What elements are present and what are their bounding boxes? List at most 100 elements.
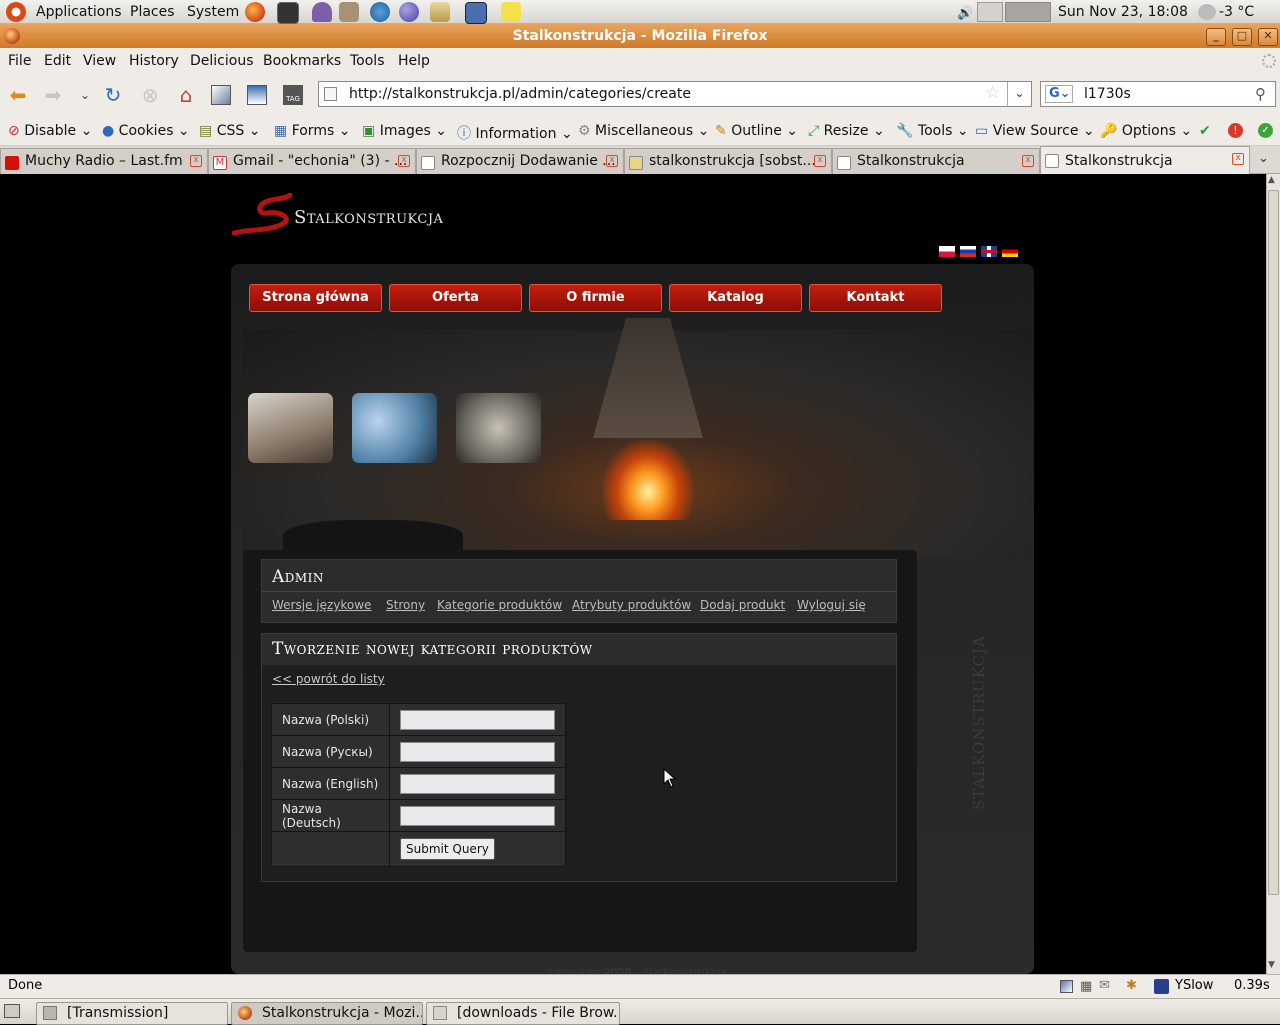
forward-button[interactable]: ➡ [40, 82, 66, 108]
menu-help[interactable]: Help [398, 53, 430, 69]
bookmark-star-icon[interactable]: ☆ [985, 83, 1000, 103]
pidgin-launcher-icon[interactable] [312, 2, 332, 22]
minimize-button[interactable]: _ [1206, 28, 1226, 46]
name-english-input[interactable] [400, 773, 555, 794]
firefox-window-icon[interactable] [4, 28, 20, 44]
submit-query-button[interactable]: Submit Query [400, 838, 495, 860]
tab-close-icon[interactable]: x [398, 155, 410, 167]
menu-view[interactable]: View [83, 53, 116, 69]
reload-button[interactable]: ↻ [100, 82, 126, 108]
webdev-status-icon[interactable] [1060, 980, 1073, 993]
back-to-list-link[interactable]: << powrót do listy [272, 672, 385, 686]
nav-katalog[interactable]: Katalog [669, 284, 802, 312]
search-icon[interactable]: ⚲ [1255, 85, 1266, 103]
firebug-icon[interactable]: ✱ [1126, 978, 1137, 993]
home-button[interactable]: ⌂ [173, 82, 199, 108]
validation-status-icon[interactable]: ✓ [1258, 123, 1273, 138]
name-russian-input[interactable] [400, 741, 555, 762]
clock[interactable]: Sun Nov 23, 18:08 [1058, 4, 1188, 20]
show-desktop-icon[interactable] [4, 1004, 20, 1018]
flag-de-icon[interactable] [1002, 246, 1018, 257]
wd-view-source[interactable]: ▭ View Source ⌄ [975, 123, 1095, 139]
admin-link-atrybuty-produktow[interactable]: Atrybuty produktów [572, 598, 691, 612]
url-dropdown-icon[interactable]: ⌄ [1007, 82, 1031, 106]
task-file-browser[interactable]: [downloads - File Brow... [426, 1002, 620, 1025]
wd-disable[interactable]: ⊘ Disable ⌄ [8, 123, 92, 139]
yslow-label[interactable]: YSlow [1175, 978, 1213, 993]
workspace-switcher[interactable] [1005, 2, 1051, 22]
wd-images[interactable]: ▣ Images ⌄ [362, 123, 447, 139]
firefox-launcher-icon[interactable] [245, 2, 265, 22]
menu-tools[interactable]: Tools [350, 53, 385, 69]
wd-options[interactable]: 🔑 Options ⌄ [1100, 123, 1192, 139]
menu-file[interactable]: File [8, 53, 31, 69]
admin-link-dodaj-produkt[interactable]: Dodaj produkt [700, 598, 785, 612]
tab-list-dropdown-icon[interactable]: ⌄ [1258, 151, 1269, 166]
system-menu[interactable]: System [187, 4, 239, 20]
back-button[interactable]: ⬅ [5, 82, 31, 108]
places-menu[interactable]: Places [130, 4, 175, 20]
flag-uk-icon[interactable] [981, 246, 997, 257]
network-status-icon[interactable]: ▦ [1080, 979, 1092, 994]
search-bar[interactable]: G⌄ l1730s ⚲ [1040, 81, 1276, 107]
scroll-thumb[interactable] [1268, 190, 1279, 895]
menu-edit[interactable]: Edit [44, 53, 71, 69]
mail-status-icon[interactable]: ✉ [1099, 978, 1110, 993]
bookmark-toolbar-button-1[interactable] [208, 82, 234, 108]
url-bar[interactable]: http://stalkonstrukcja.pl/admin/categori… [318, 81, 1032, 107]
admin-link-wyloguj-sie[interactable]: Wyloguj się [797, 598, 866, 612]
applications-menu[interactable]: Applications [36, 4, 122, 20]
tab-close-icon[interactable]: x [814, 155, 826, 167]
yslow-icon[interactable] [1154, 979, 1169, 994]
history-dropdown-icon[interactable]: ⌄ [72, 82, 98, 108]
validation-error-icon[interactable]: ! [1228, 123, 1243, 138]
gate-thumbnail-image[interactable] [248, 393, 333, 463]
window-grille-thumbnail-image[interactable] [352, 393, 437, 463]
tab-stalkonstrukcja-sobst[interactable]: stalkonstrukcja [sobst... x [624, 148, 832, 175]
admin-link-kategorie-produktow[interactable]: Kategorie produktów [437, 598, 562, 612]
menu-bookmarks[interactable]: Bookmarks [263, 53, 341, 69]
tag-button[interactable]: TAG [280, 82, 306, 108]
task-firefox[interactable]: Stalkonstrukcja - Mozi... [231, 1002, 423, 1025]
admin-link-strony[interactable]: Strony [386, 598, 425, 612]
wd-forms[interactable]: ▦ Forms ⌄ [274, 123, 350, 139]
media-launcher-icon[interactable] [399, 2, 419, 22]
flag-pl-icon[interactable] [939, 246, 955, 257]
nav-oferta[interactable]: Oferta [389, 284, 522, 312]
name-deutsch-input[interactable] [400, 805, 555, 826]
close-window-button[interactable]: ✕ [1258, 28, 1278, 46]
volume-icon[interactable]: 🔊 [957, 6, 973, 21]
screenshot-launcher-icon[interactable] [465, 2, 487, 24]
gimp-launcher-icon[interactable] [339, 2, 359, 22]
menu-delicious[interactable]: Delicious [190, 53, 254, 69]
task-transmission[interactable]: [Transmission] [36, 1002, 228, 1025]
wd-miscellaneous[interactable]: ⚙ Miscellaneous ⌄ [578, 123, 709, 139]
tab-close-icon[interactable]: x [606, 155, 618, 167]
site-logo[interactable]: Stalkonstrukcja [232, 193, 482, 239]
files-launcher-icon[interactable] [430, 2, 450, 22]
wd-css[interactable]: ▤ CSS ⌄ [199, 123, 260, 139]
google-engine-icon[interactable]: G⌄ [1045, 85, 1073, 103]
tab-gmail[interactable]: M Gmail - "echonia" (3) - ... x [208, 148, 416, 175]
terminal-launcher-icon[interactable] [277, 2, 299, 24]
ubuntu-logo-icon[interactable] [6, 2, 26, 22]
browser-launcher-icon[interactable] [370, 2, 390, 22]
bookmark-toolbar-button-2[interactable] [244, 82, 270, 108]
weather-temp[interactable]: -3 °C [1219, 4, 1254, 20]
tab-close-icon[interactable]: x [190, 155, 202, 167]
nav-strona-glowna[interactable]: Strona główna [249, 284, 382, 312]
tab-lastfm[interactable]: Muchy Radio – Last.fm x [0, 148, 208, 175]
vertical-scrollbar[interactable]: ▲ ▼ [1266, 174, 1280, 974]
validation-ok-icon[interactable]: ✔ [1199, 123, 1211, 139]
notes-launcher-icon[interactable] [501, 2, 521, 22]
tray-applet-icon[interactable] [977, 2, 1003, 22]
nav-kontakt[interactable]: Kontakt [809, 284, 942, 312]
tab-stalkonstrukcja-active[interactable]: Stalkonstrukcja x [1040, 146, 1250, 176]
maximize-button[interactable]: □ [1232, 28, 1252, 46]
wd-cookies[interactable]: ● Cookies ⌄ [102, 123, 190, 139]
site-identity-icon[interactable] [324, 87, 337, 101]
scroll-up-icon[interactable]: ▲ [1268, 175, 1275, 185]
admin-link-wersje-jezykowe[interactable]: Wersje językowe [272, 598, 371, 612]
search-input[interactable]: l1730s [1084, 86, 1131, 102]
scroll-down-icon[interactable]: ▼ [1268, 960, 1275, 970]
